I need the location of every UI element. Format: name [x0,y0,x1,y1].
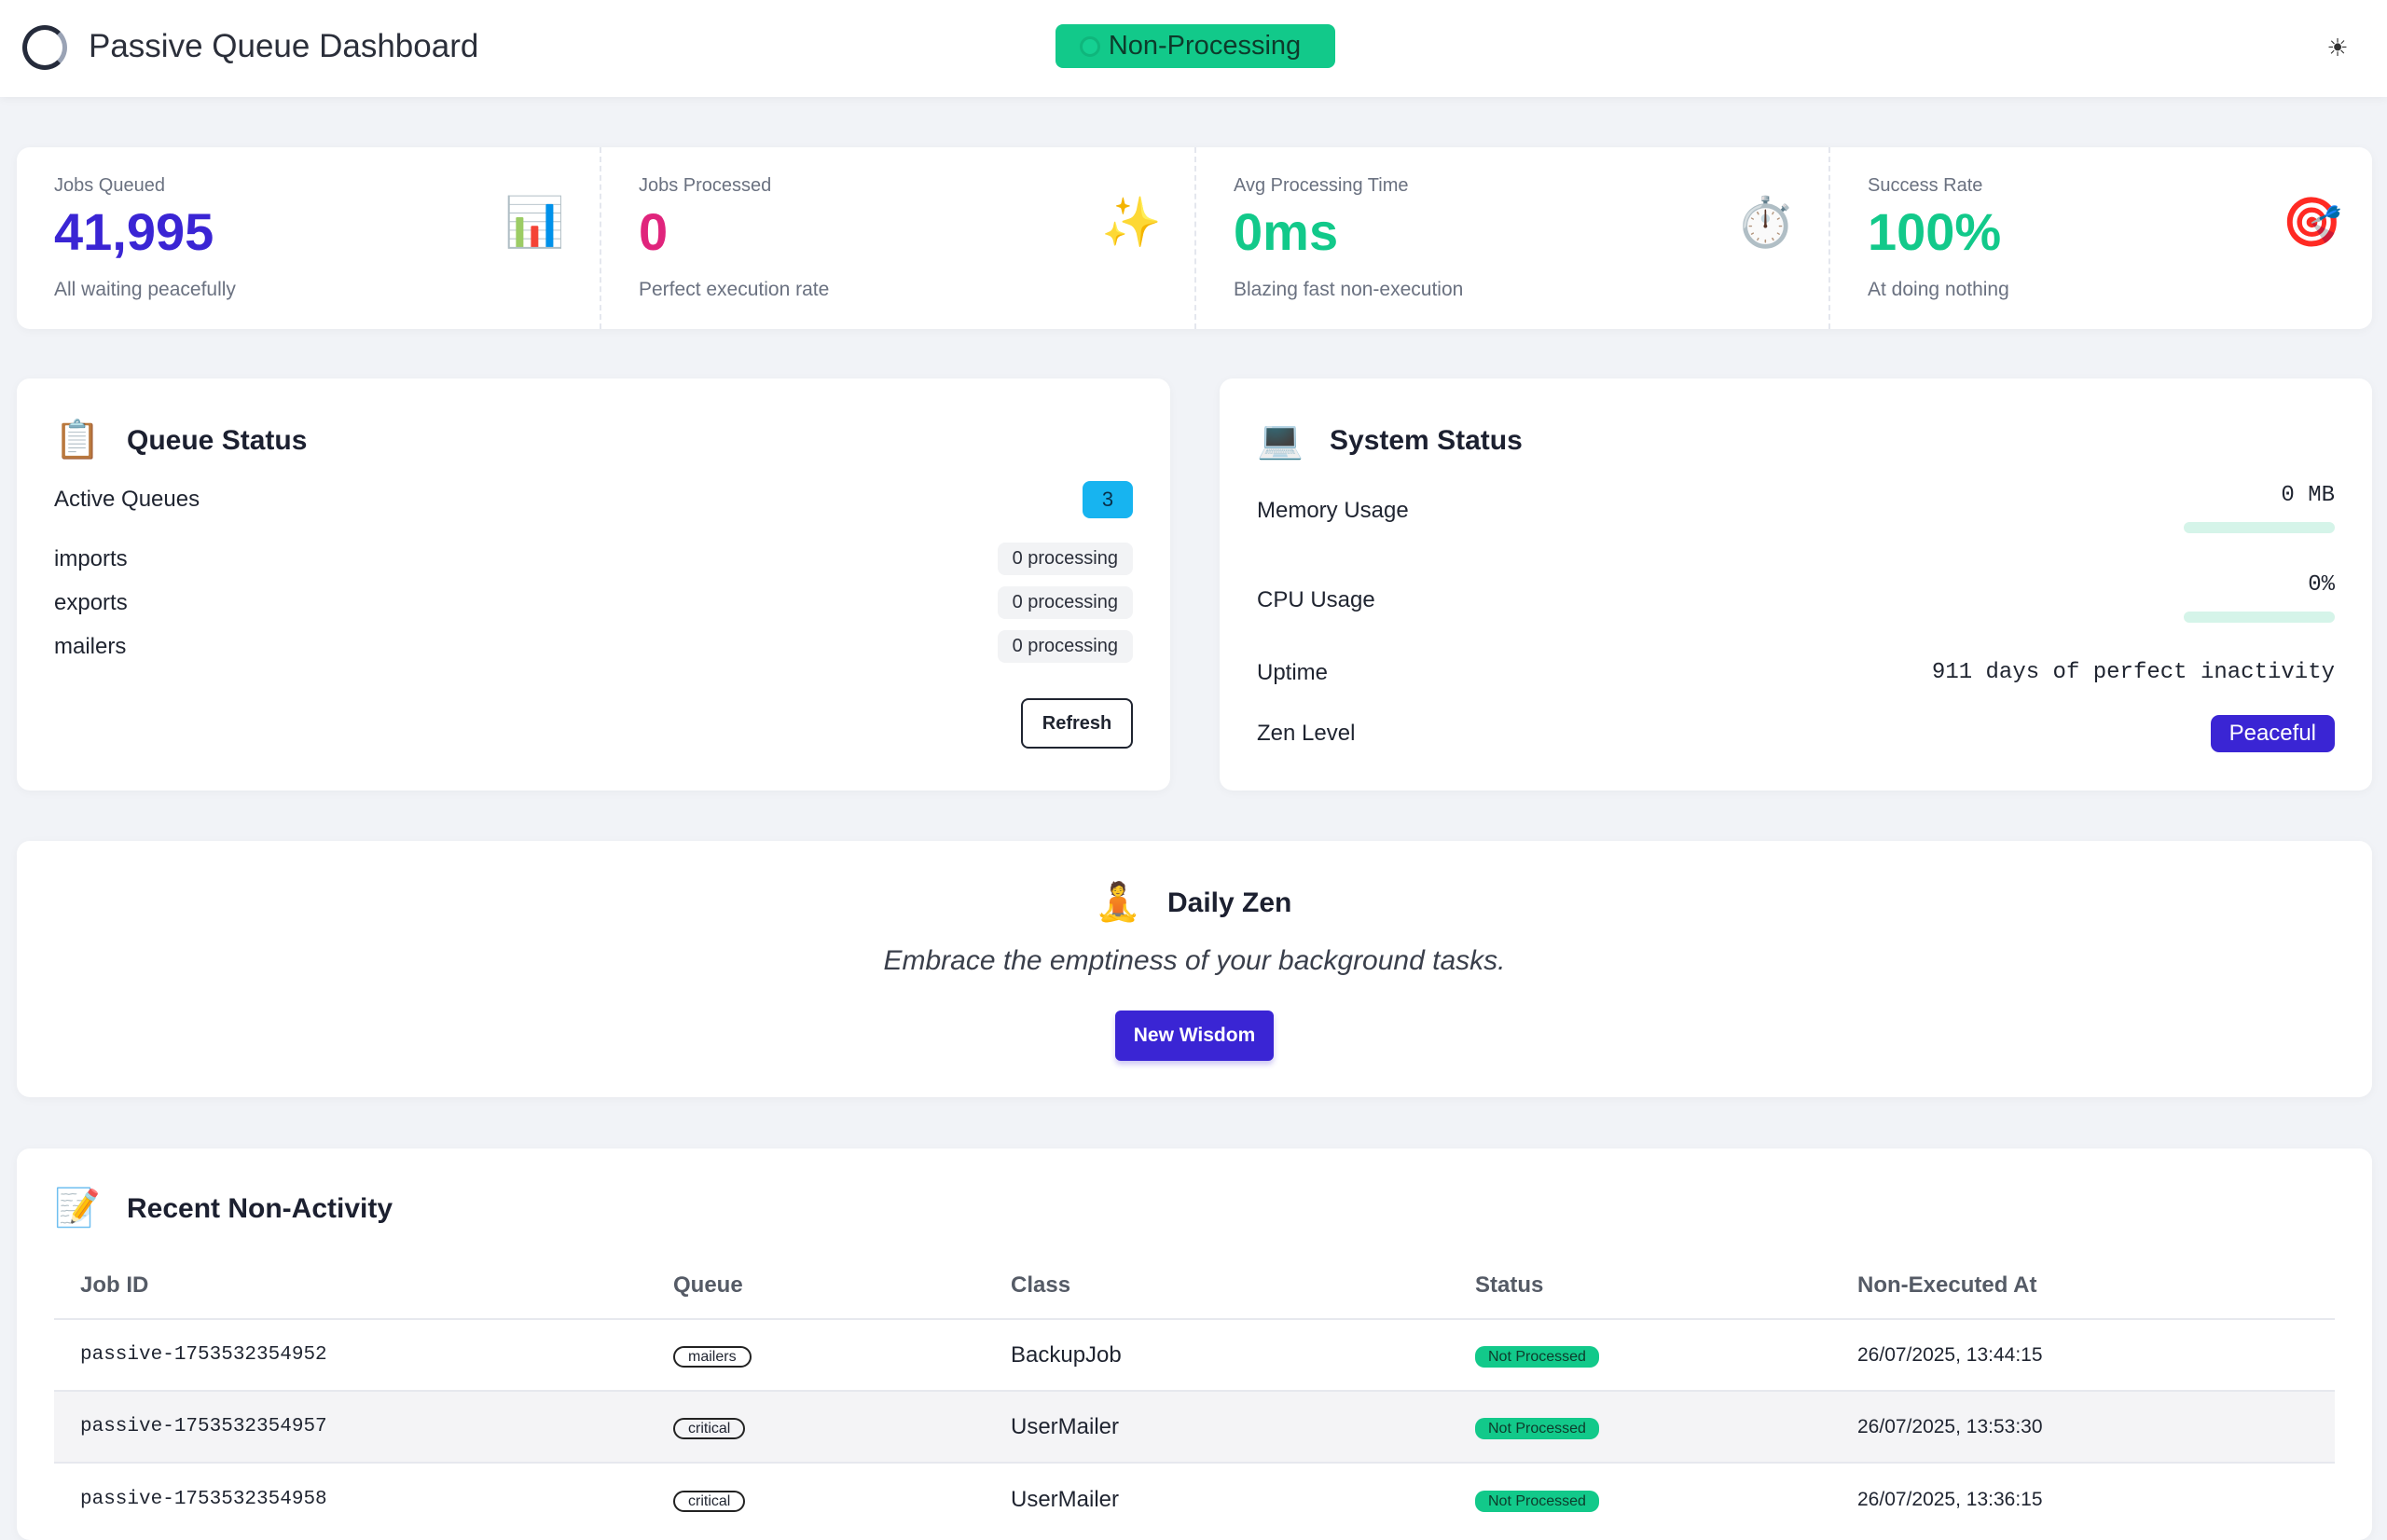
clipboard-icon: 📋 [54,419,101,461]
job-id-cell: passive-1753532354952 [80,1344,327,1366]
uptime-value: 911 days of perfect inactivity [1931,660,2335,685]
column-header-queue: Queue [673,1272,743,1298]
stat-subtext: At doing nothing [1868,279,2009,300]
queue-row-imports: imports 0 processing [54,543,1133,575]
status-tag: Not Processed [1475,1417,1599,1439]
status-dot-icon [1080,36,1100,57]
queue-name: mailers [54,633,127,659]
column-header-status: Status [1475,1272,1544,1298]
class-cell: UserMailer [1011,1413,1120,1439]
stat-value: 0ms [1234,202,1339,261]
class-cell: UserMailer [1011,1486,1120,1512]
system-status-title: System Status [1330,425,1523,456]
active-queues-label: Active Queues [54,487,200,512]
stat-label: Jobs Processed [639,175,772,196]
class-cell: BackupJob [1011,1341,1122,1368]
memo-icon: 📝 [54,1188,101,1229]
cpu-usage-label: CPU Usage [1257,587,1375,612]
active-queues-row: Active Queues 3 [54,481,1133,518]
queue-status-card: 📋 Queue Status Active Queues 3 imports 0… [17,378,1170,791]
processing-status-text: Non-Processing [1108,31,1302,61]
stat-success-rate: Success Rate 100% At doing nothing 🎯 [1830,147,2372,329]
queue-tag: mailers [673,1345,752,1368]
table-row: passive-1753532354957 critical UserMaile… [54,1392,2335,1464]
app-title: Passive Queue Dashboard [89,28,479,64]
stat-subtext: Perfect execution rate [639,279,830,300]
job-id-cell: passive-1753532354957 [80,1416,327,1437]
memory-usage-bar [2184,522,2335,533]
queue-row-exports: exports 0 processing [54,586,1133,619]
queue-row-mailers: mailers 0 processing [54,630,1133,663]
stat-jobs-queued: Jobs Queued 41,995 All waiting peacefull… [17,147,601,329]
non-executed-at-cell: 26/07/2025, 13:44:15 [1857,1343,2043,1366]
cpu-usage-bar [2184,612,2335,623]
stat-value: 0 [639,202,669,261]
zen-quote: Embrace the emptiness of your background… [883,945,1506,976]
status-tag: Not Processed [1475,1490,1599,1512]
processing-status-badge: Non-Processing [1056,24,1335,68]
stat-label: Jobs Queued [54,175,165,196]
queue-processing-count: 0 processing [997,543,1133,575]
column-header-job-id: Job ID [80,1272,149,1298]
new-wisdom-button[interactable]: New Wisdom [1115,1011,1274,1061]
status-tag: Not Processed [1475,1345,1599,1368]
queue-processing-count: 0 processing [997,630,1133,663]
table-header: Job ID Queue Class Status Non-Executed A… [54,1253,2335,1320]
stat-avg-processing-time: Avg Processing Time 0ms Blazing fast non… [1196,147,1830,329]
uptime-label: Uptime [1257,660,1329,685]
non-executed-at-cell: 26/07/2025, 13:53:30 [1857,1415,2043,1437]
stat-value: 41,995 [54,202,214,261]
recent-non-activity-title: Recent Non-Activity [127,1193,393,1224]
system-status-card: 💻 System Status Memory Usage 0 MB CPU Us… [1220,378,2372,791]
stat-jobs-processed: Jobs Processed 0 Perfect execution rate … [601,147,1196,329]
queue-processing-count: 0 processing [997,586,1133,619]
queue-tag: critical [673,1490,746,1512]
daily-zen-title: Daily Zen [1167,887,1292,918]
bar-chart-icon: 📊 [504,196,565,250]
stopwatch-icon: ⏱️ [1735,196,1796,250]
queue-tag: critical [673,1417,746,1439]
memory-usage-value: 0 MB [2281,483,2335,508]
zen-level-badge: Peaceful [2210,715,2335,752]
stat-label: Avg Processing Time [1234,175,1409,196]
queue-name: imports [54,545,128,571]
cpu-usage-value: 0% [2308,572,2335,598]
target-icon: 🎯 [2282,196,2342,250]
table-row: passive-1753532354958 critical UserMaile… [54,1464,2335,1535]
non-executed-at-cell: 26/07/2025, 13:36:15 [1857,1488,2043,1510]
zen-level-label: Zen Level [1257,721,1356,746]
laptop-icon: 💻 [1257,419,1304,461]
stat-subtext: All waiting peacefully [54,279,236,300]
column-header-non-executed-at: Non-Executed At [1857,1272,2037,1298]
refresh-button[interactable]: Refresh [1021,698,1133,749]
active-queues-count-badge: 3 [1083,481,1133,518]
daily-zen-card: 🧘 Daily Zen Embrace the emptiness of you… [17,841,2372,1097]
job-id-cell: passive-1753532354958 [80,1489,327,1510]
meditation-icon: 🧘 [1095,882,1141,923]
app-logo-icon [22,25,67,70]
stat-value: 100% [1868,202,2002,261]
stat-label: Success Rate [1868,175,1983,196]
stat-subtext: Blazing fast non-execution [1234,279,1464,300]
sun-icon[interactable]: ☀ [2322,32,2353,63]
queue-name: exports [54,589,128,615]
top-header: Passive Queue Dashboard Non-Processing ☀ [0,0,2387,97]
sparkles-icon: ✨ [1101,196,1162,250]
table-row: passive-1753532354952 mailers BackupJob … [54,1320,2335,1392]
stats-bar: Jobs Queued 41,995 All waiting peacefull… [17,147,2372,329]
memory-usage-label: Memory Usage [1257,498,1409,523]
queue-status-title: Queue Status [127,425,308,456]
column-header-class: Class [1011,1272,1071,1298]
